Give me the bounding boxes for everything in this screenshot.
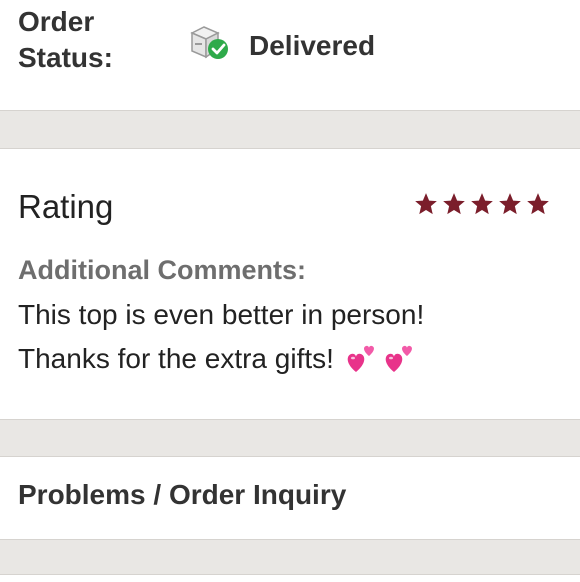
- box-check-icon: [190, 26, 228, 59]
- problems-order-inquiry-label: Problems / Order Inquiry: [18, 479, 347, 510]
- star-icon: [527, 193, 549, 215]
- order-status-label: Order Status:: [18, 4, 113, 76]
- rating-title: Rating: [18, 188, 114, 225]
- star-icon: [443, 193, 465, 215]
- additional-comments-heading: Additional Comments:: [18, 255, 306, 285]
- problems-order-inquiry-button[interactable]: Problems / Order Inquiry: [0, 456, 580, 540]
- two-hearts-icon: [385, 345, 412, 372]
- star-rating: [413, 191, 551, 217]
- star-icon: [471, 193, 493, 215]
- comment-line-2: Thanks for the extra gifts!: [18, 337, 558, 381]
- two-hearts-icon: [347, 345, 374, 372]
- rating-card: Rating Additional Comments: This top is …: [0, 148, 580, 420]
- star-icon: [415, 193, 437, 215]
- comment-line-2-text: Thanks for the extra gifts!: [18, 343, 334, 374]
- comment-line-1: This top is even better in person!: [18, 293, 558, 337]
- comment-line-1-text: This top is even better in person!: [18, 299, 425, 330]
- two-hearts-emoji: [344, 342, 416, 376]
- order-status-label-line1: Order: [18, 6, 95, 37]
- order-status-label-line2: Status:: [18, 42, 113, 73]
- additional-comments-text: This top is even better in person! Thank…: [18, 293, 558, 381]
- order-status-card: Order Status: Delivered: [0, 0, 580, 111]
- star-icon: [499, 193, 521, 215]
- order-status-value: Delivered: [249, 30, 376, 61]
